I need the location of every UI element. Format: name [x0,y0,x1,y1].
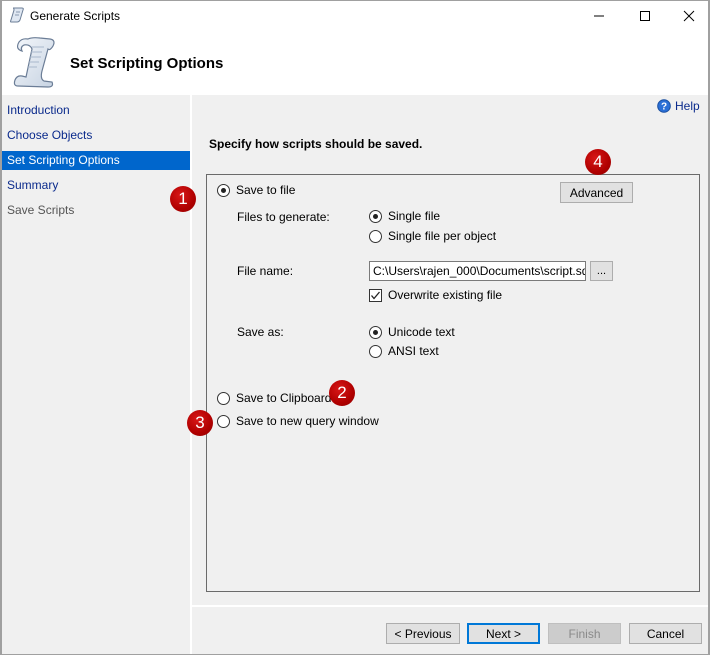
close-icon [683,10,695,22]
radio-indicator [369,325,382,339]
advanced-button[interactable]: Advanced [560,182,633,203]
file-name-label: File name: [237,264,294,278]
previous-button[interactable]: < Previous [386,623,460,644]
callout-badge-2: 2 [329,380,355,406]
checkbox-indicator [369,288,382,302]
ansi-text-label: ANSI text [388,344,439,358]
title-bar: Generate Scripts [2,1,708,31]
sidebar-item-choose-objects[interactable]: Choose Objects [2,126,190,145]
wizard-header: Set Scripting Options [2,31,708,95]
save-to-clipboard-label: Save to Clipboard [236,391,332,405]
unicode-text-radio[interactable]: Unicode text [369,325,455,339]
help-icon: ? [657,99,671,113]
ansi-text-radio[interactable]: ANSI text [369,344,439,358]
instruction-text: Specify how scripts should be saved. [209,137,423,151]
radio-indicator [217,391,230,405]
files-to-generate-label: Files to generate: [237,210,330,224]
help-link[interactable]: ? Help [657,99,700,113]
save-to-file-label: Save to file [236,183,296,197]
sidebar-item-set-scripting-options[interactable]: Set Scripting Options [2,151,190,170]
browse-button[interactable]: ... [590,261,613,281]
save-to-new-query-window-radio[interactable]: Save to new query window [217,414,379,428]
window-title: Generate Scripts [30,9,121,23]
single-file-label: Single file [388,209,441,223]
radio-indicator [217,414,230,428]
maximize-button[interactable] [622,1,668,31]
cancel-button[interactable]: Cancel [629,623,702,644]
overwrite-label: Overwrite existing file [388,288,503,302]
single-file-per-object-radio[interactable]: Single file per object [369,229,496,243]
callout-badge-3: 3 [187,410,213,436]
callout-badge-1: 1 [170,186,196,212]
generate-scripts-window: Generate Scripts Set Scripting Options I… [0,0,710,655]
overwrite-existing-file-checkbox[interactable]: Overwrite existing file [369,288,502,302]
radio-indicator [369,229,382,243]
sidebar-item-introduction[interactable]: Introduction [2,101,190,120]
wizard-footer: < Previous Next > Finish Cancel [192,607,708,654]
save-to-query-window-label: Save to new query window [236,414,379,428]
maximize-icon [640,11,650,21]
script-scroll-icon [12,35,56,89]
callout-badge-4: 4 [585,149,611,175]
minimize-icon [594,15,604,17]
single-file-radio[interactable]: Single file [369,209,440,223]
save-options-group: Save to file Advanced Files to generate:… [206,174,700,592]
sidebar-item-save-scripts: Save Scripts [7,203,75,217]
close-button[interactable] [666,1,710,31]
page-title: Set Scripting Options [70,55,224,72]
save-to-clipboard-radio[interactable]: Save to Clipboard [217,391,331,405]
radio-indicator [217,183,230,197]
scroll-app-icon [9,7,25,23]
help-label: Help [675,99,700,113]
minimize-button[interactable] [576,1,622,31]
wizard-steps-sidebar: Introduction Choose Objects Set Scriptin… [2,95,190,654]
sidebar-item-summary[interactable]: Summary [2,176,190,195]
file-name-input[interactable]: C:\Users\rajen_000\Documents\script.sql [369,261,586,281]
unicode-text-label: Unicode text [388,325,455,339]
single-file-per-object-label: Single file per object [388,229,497,243]
check-icon [371,291,380,300]
radio-indicator [369,209,382,223]
next-button[interactable]: Next > [467,623,540,644]
save-as-label: Save as: [237,325,284,339]
finish-button: Finish [548,623,621,644]
radio-indicator [369,344,382,358]
svg-text:?: ? [661,102,667,113]
main-panel: ? Help Specify how scripts should be sav… [192,95,708,605]
save-to-file-radio[interactable]: Save to file [217,183,295,197]
